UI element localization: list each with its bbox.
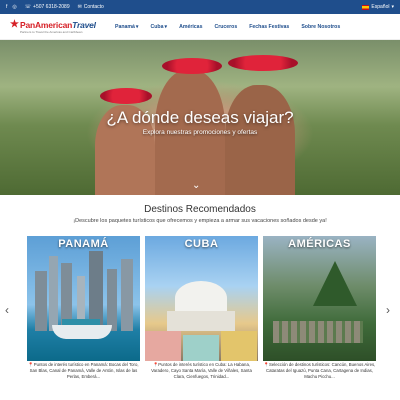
card-description: 📍Puntos de interés turístico en Panamá: … bbox=[28, 362, 139, 379]
destination-card-cuba[interactable]: CUBA 📍Puntos de interés turístico en Cub… bbox=[145, 236, 258, 396]
card-label: CUBA bbox=[184, 238, 219, 250]
top-bar: f ◎ ☏ +507 6318-2089 ✉ Contacto Español … bbox=[0, 0, 400, 14]
hero-photo-person bbox=[225, 85, 295, 195]
section-subtitle: ¡Descubre los paquetes turísticos que of… bbox=[73, 218, 327, 224]
menu-item-panama[interactable]: Panamá ▾ bbox=[115, 24, 139, 30]
menu-item-americas[interactable]: Américas bbox=[179, 24, 202, 30]
logo-brand-part1: PanAmerican bbox=[20, 19, 73, 30]
site-logo[interactable]: ★ PanAmerican Travel Partners to Travel … bbox=[10, 20, 105, 34]
contact-link[interactable]: ✉ Contacto bbox=[78, 4, 104, 10]
hero-banner: ¿A dónde deseas viajar? Explora nuestras… bbox=[0, 40, 400, 195]
carousel-next-arrow-icon[interactable]: › bbox=[386, 303, 390, 317]
card-label: AMÉRICAS bbox=[288, 238, 351, 250]
menu-item-cruceros[interactable]: Cruceros bbox=[214, 24, 237, 30]
chat-icon: ✉ bbox=[77, 4, 82, 10]
language-selector[interactable]: Español ▾ bbox=[362, 4, 394, 10]
card-description: 📍Puntos de interés turístico en Cuba: La… bbox=[151, 362, 252, 379]
instagram-icon[interactable]: ◎ bbox=[12, 4, 16, 10]
chevron-down-icon: ▾ bbox=[164, 23, 168, 30]
hero-subtitle[interactable]: Explora nuestras promociones y ofertas bbox=[0, 129, 400, 136]
destination-card-americas[interactable]: AMÉRICAS 📍Selección de destinos turístic… bbox=[263, 236, 376, 396]
social-links: f ◎ bbox=[6, 4, 17, 10]
machu-picchu-photo: AMÉRICAS bbox=[263, 236, 376, 361]
scroll-down-chevron-icon[interactable]: ⌄ bbox=[192, 180, 200, 191]
phone-number: +507 6318-2089 bbox=[33, 4, 70, 10]
destination-card-panama[interactable]: PANAMÁ 📍Puntos de interés turístico en P… bbox=[27, 236, 140, 396]
logo-brand-part2: Travel bbox=[72, 19, 96, 30]
main-menu: Panamá ▾ Cuba ▾ Américas Cruceros Fechas F… bbox=[115, 24, 340, 30]
spain-flag-icon bbox=[362, 4, 370, 10]
flower-crown bbox=[162, 58, 222, 74]
chevron-down-icon: ▾ bbox=[391, 4, 394, 10]
menu-item-sobre-nosotros[interactable]: Sobre Nosotros bbox=[301, 24, 340, 30]
facebook-icon[interactable]: f bbox=[6, 4, 7, 10]
cuba-photo: CUBA bbox=[145, 236, 258, 361]
card-label: PANAMÁ bbox=[58, 238, 109, 250]
logo-tagline: Partners to Travel the Americas and Cari… bbox=[20, 29, 83, 34]
contact-label: Contacto bbox=[83, 4, 104, 10]
card-description: 📍Selección de destinos turísticos: Cancú… bbox=[263, 362, 376, 379]
hero-title: ¿A dónde deseas viajar? bbox=[106, 108, 294, 127]
chevron-down-icon: ▾ bbox=[135, 23, 139, 30]
panama-photo: PANAMÁ bbox=[27, 236, 140, 361]
carousel-prev-arrow-icon[interactable]: ‹ bbox=[5, 303, 9, 317]
flower-crown bbox=[100, 88, 152, 104]
phone-link[interactable]: ☏ +507 6318-2089 bbox=[25, 4, 70, 10]
menu-item-fechas-festivas[interactable]: Fechas Festivas bbox=[249, 24, 289, 30]
flower-crown bbox=[228, 55, 298, 71]
main-navbar: ★ PanAmerican Travel Partners to Travel … bbox=[0, 14, 400, 40]
menu-item-cuba[interactable]: Cuba ▾ bbox=[151, 24, 168, 30]
language-label: Español bbox=[371, 4, 390, 10]
section-title: Destinos Recomendados bbox=[144, 204, 256, 215]
whatsapp-icon: ☏ bbox=[24, 4, 32, 10]
star-logo-icon: ★ bbox=[10, 19, 19, 30]
